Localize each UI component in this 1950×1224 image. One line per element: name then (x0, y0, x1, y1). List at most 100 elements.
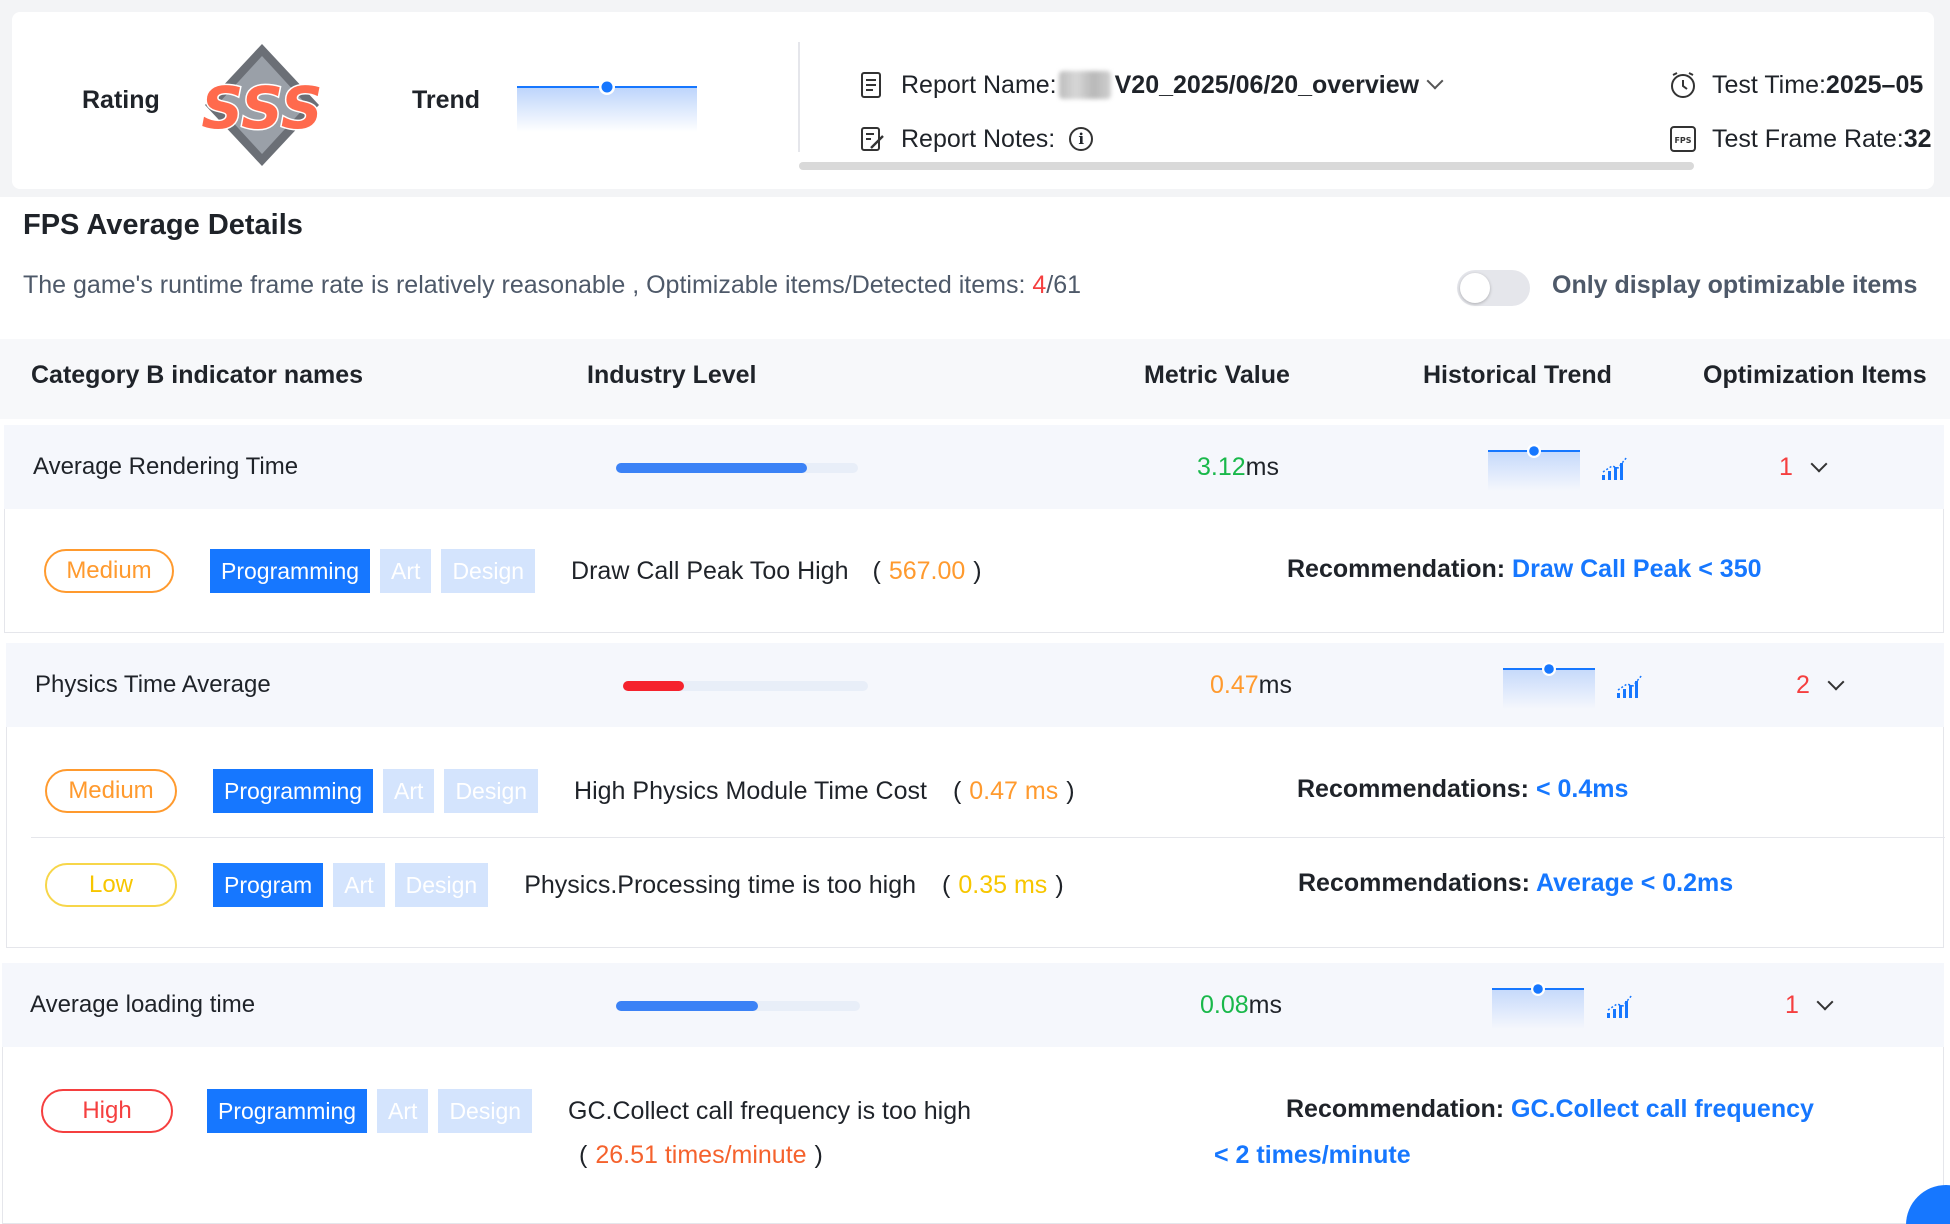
report-notes-row: Report Notes: i (857, 124, 1094, 154)
rating-label: Rating (82, 86, 160, 114)
tag-art[interactable]: Art (377, 1089, 429, 1133)
recommendation-label: Recommendations: (1297, 775, 1529, 803)
report-name-row[interactable]: Report Name: V20_2025/06/20_overview (857, 70, 1444, 100)
recommendation-value-continued[interactable]: < 2 times/minute (1214, 1141, 1411, 1170)
issue-title: Physics.Processing time is too high (524, 870, 917, 899)
header-divider (798, 42, 800, 152)
industry-level-bar (616, 463, 858, 473)
recommendation: Recommendations: < 0.4ms (1297, 775, 1628, 804)
historical-trend-sparkline[interactable] (1492, 977, 1584, 1029)
severity-badge: Medium (44, 549, 174, 593)
issue-measure: 567.00 (888, 556, 966, 585)
chevron-down-icon[interactable] (1827, 673, 1845, 690)
col-historical-trend: Historical Trend (1423, 361, 1612, 389)
tag-programming[interactable]: Programming (213, 769, 374, 813)
sss-rating-badge: SSS (200, 44, 324, 166)
frame-rate-value: 32 (1903, 124, 1932, 153)
test-time-value: 2025–05 (1825, 70, 1924, 99)
report-notes-label: Report Notes: (901, 124, 1056, 153)
report-header-panel: Rating SSS Trend Report Name: V20_2025/0… (12, 12, 1934, 189)
recommendation-value[interactable]: Draw Call Peak < 350 (1512, 555, 1761, 583)
recommendation-label: Recommendation: (1287, 555, 1506, 583)
chevron-down-icon[interactable] (1810, 455, 1828, 472)
severity-badge: Medium (45, 769, 177, 813)
issue-title: High Physics Module Time Cost (574, 776, 927, 805)
recommendation-value[interactable]: Average < 0.2ms (1536, 869, 1733, 897)
trend-label: Trend (412, 86, 481, 114)
optimization-count[interactable]: 2 (1796, 671, 1845, 700)
issue-separator (31, 837, 1945, 838)
recommendation: Recommendations: Average < 0.2ms (1298, 869, 1733, 898)
issue-measure: 26.51 times/minute (595, 1141, 807, 1169)
test-time-row: Test Time: 2025–05 (1668, 70, 1923, 100)
metric-detail-block: High Programming Art Design GC.Collect c… (2, 1047, 1944, 1224)
industry-level-bar (623, 681, 868, 691)
metric-value: 0.08ms (1200, 991, 1282, 1020)
frame-rate-row: FPS Test Frame Rate: 32 (1668, 124, 1932, 154)
recommendation-label: Recommendation: (1286, 1095, 1505, 1123)
header-horizontal-scrollbar[interactable] (799, 162, 1694, 170)
test-time-label: Test Time: (1712, 70, 1826, 99)
tag-art[interactable]: Art (333, 863, 385, 907)
tag-design[interactable]: Design (441, 549, 536, 593)
rating-value: SSS (201, 74, 322, 142)
recommendation: Recommendation: GC.Collect call frequenc… (1286, 1095, 1814, 1124)
document-icon (861, 72, 881, 98)
tag-art[interactable]: Art (383, 769, 435, 813)
report-name-value: V20_2025/06/20_overview (1114, 70, 1420, 99)
col-metric-value: Metric Value (1144, 361, 1290, 389)
metric-row[interactable]: Average Rendering Time 3.12ms 1 (4, 425, 1944, 509)
redacted-prefix (1058, 71, 1111, 99)
industry-level-fill (623, 681, 685, 691)
tag-program[interactable]: Program (213, 863, 324, 907)
frame-rate-label: Test Frame Rate: (1712, 124, 1904, 153)
tag-design[interactable]: Design (438, 1089, 533, 1133)
tag-design[interactable]: Design (394, 863, 489, 907)
metric-detail-block: Medium Programming Art Design High Physi… (6, 727, 1945, 948)
issue-row: High Programming Art Design GC.Collect c… (41, 1089, 971, 1133)
metric-row[interactable]: Average loading time 0.08ms 1 (2, 963, 1944, 1047)
optimizable-only-toggle[interactable] (1457, 270, 1530, 306)
tag-design[interactable]: Design (444, 769, 539, 813)
recommendation-value[interactable]: GC.Collect call frequency (1511, 1095, 1814, 1123)
industry-level-bar (616, 1001, 860, 1011)
optimization-count[interactable]: 1 (1779, 453, 1828, 482)
issue-title: Draw Call Peak Too High (571, 556, 849, 585)
trend-chart-icon[interactable] (1600, 453, 1630, 481)
metric-row[interactable]: Physics Time Average 0.47ms 2 (6, 643, 1944, 727)
metric-unit: ms (1248, 991, 1282, 1019)
toggle-label: Only display optimizable items (1552, 271, 1918, 299)
metric-detail-block: Medium Programming Art Design Draw Call … (4, 509, 1944, 633)
chevron-down-icon[interactable] (1426, 72, 1444, 90)
fps-icon: FPS (1670, 126, 1696, 152)
edit-note-icon (861, 127, 884, 151)
col-indicator-name: Category B indicator names (31, 361, 364, 389)
optimization-count[interactable]: 1 (1785, 991, 1834, 1020)
chevron-down-icon[interactable] (1816, 993, 1834, 1010)
info-icon[interactable]: i (1069, 127, 1094, 151)
severity-badge: Low (45, 863, 177, 907)
severity-badge: High (41, 1089, 173, 1133)
historical-trend-sparkline[interactable] (1488, 439, 1580, 491)
trend-chart-icon[interactable] (1615, 671, 1645, 699)
tag-programming[interactable]: Programming (207, 1089, 368, 1133)
tag-programming[interactable]: Programming (210, 549, 371, 593)
trend-chart-icon[interactable] (1605, 991, 1635, 1019)
metric-value: 3.12ms (1197, 453, 1279, 482)
issue-measure-line: ( 26.51 times/minute ) (579, 1141, 823, 1169)
metric-number: 0.08 (1200, 991, 1249, 1019)
toggle-knob (1460, 273, 1490, 303)
optimizable-count: 4 (1032, 271, 1047, 299)
metric-number: 0.47 (1210, 671, 1259, 699)
industry-level-fill (616, 1001, 758, 1011)
col-industry-level: Industry Level (587, 361, 757, 389)
historical-trend-sparkline[interactable] (1503, 657, 1595, 709)
tag-art[interactable]: Art (380, 549, 432, 593)
issue-row: Medium Programming Art Design Draw Call … (44, 549, 982, 593)
metric-unit: ms (1245, 453, 1279, 481)
report-name-label: Report Name: (901, 70, 1057, 99)
recommendation: Recommendation: Draw Call Peak < 350 (1287, 555, 1762, 584)
recommendation-value[interactable]: < 0.4ms (1536, 775, 1628, 803)
summary-text: The game's runtime frame rate is relativ… (23, 271, 1082, 299)
clock-icon (1671, 72, 1695, 98)
